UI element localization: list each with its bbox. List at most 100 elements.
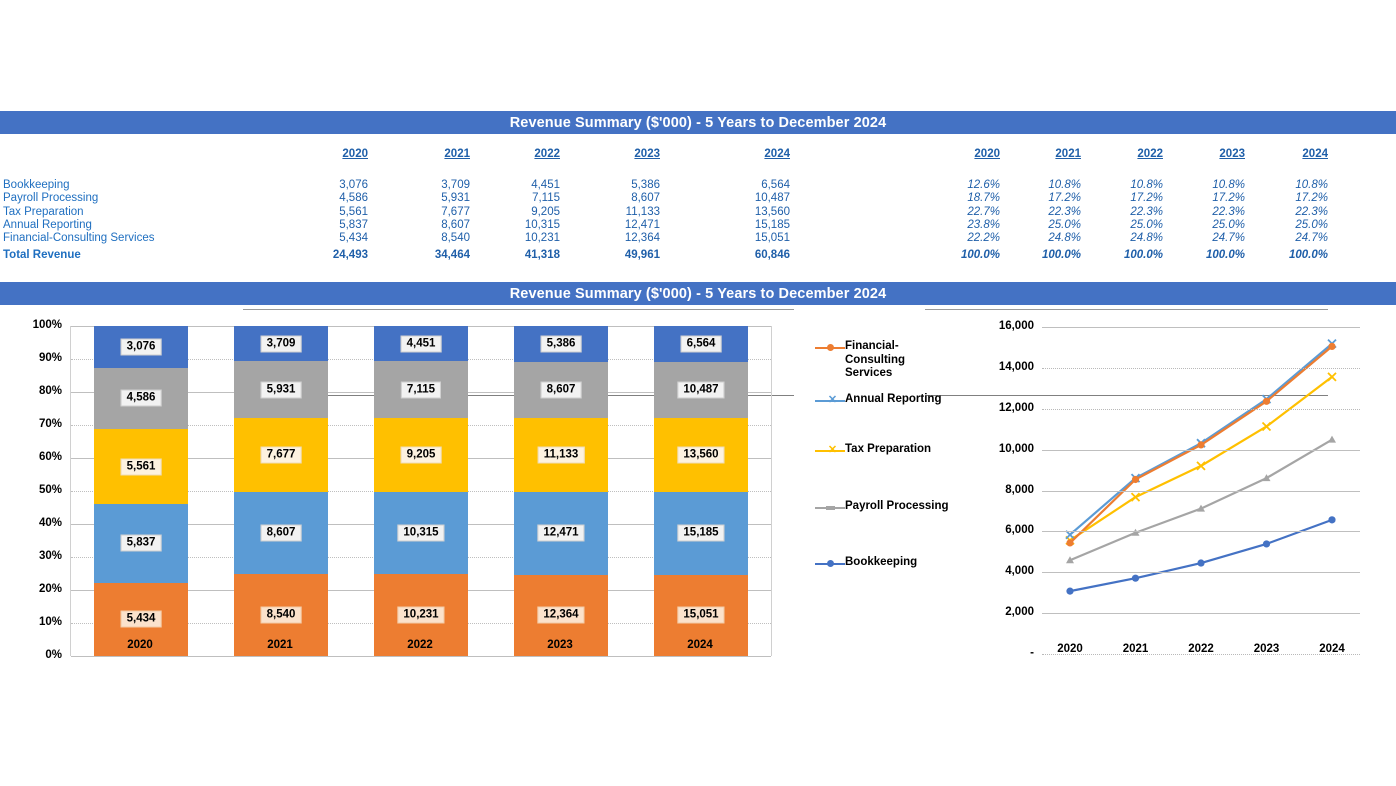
bar-2021[interactable]: 3,709 5,931 7,677 8,607 8,540 <box>234 325 328 656</box>
bar-value-label: 12,364 <box>537 606 585 624</box>
gridline <box>1042 327 1360 328</box>
y-axis-tick-40%: 40% <box>38 517 62 529</box>
data-point[interactable] <box>1261 421 1272 432</box>
table-cell: 22.3% <box>1212 205 1245 218</box>
legend-marker-icon <box>815 341 845 354</box>
gridline <box>1042 449 1360 451</box>
gridline <box>1042 531 1360 533</box>
x-axis-tick-2021: 2021 <box>1122 643 1149 655</box>
x-axis-tick-2020: 2020 <box>127 639 153 651</box>
table-cell: 22.3% <box>1048 205 1081 218</box>
data-point[interactable] <box>1131 574 1140 582</box>
data-point[interactable] <box>1131 475 1140 484</box>
bar-value-label: 9,205 <box>400 446 442 464</box>
bar-segment-tax-preparation[interactable]: 11,133 <box>514 418 608 492</box>
table-cell: 25.0% <box>1130 218 1163 231</box>
bar-2024[interactable]: 6,564 10,487 13,560 15,185 15,051 <box>654 326 748 656</box>
bar-segment-payroll-processing[interactable]: 10,487 <box>654 361 748 419</box>
bar-segment-annual-reporting[interactable]: 12,471 <box>514 492 608 575</box>
bar-segment-annual-reporting[interactable]: 10,315 <box>374 491 468 575</box>
data-point[interactable] <box>1196 461 1206 471</box>
data-point[interactable] <box>1328 342 1336 350</box>
bar-segment-annual-reporting[interactable]: 8,607 <box>234 491 328 575</box>
data-point[interactable] <box>1328 516 1336 524</box>
bar-value-label: 11,133 <box>537 446 585 464</box>
legend-label: Tax Preparation <box>845 443 932 455</box>
bar-segment-payroll-processing[interactable]: 4,586 <box>94 367 188 430</box>
bar-value-label: 7,115 <box>400 381 442 399</box>
total-cell: 100.0% <box>1041 248 1081 261</box>
data-point[interactable] <box>1327 372 1337 382</box>
bar-segment-bookkeeping[interactable]: 5,386 <box>514 326 608 362</box>
column-header-2021: 2021 <box>1055 148 1081 160</box>
legend-item-payroll-processing[interactable]: Payroll Processing <box>815 500 950 514</box>
table-cell: 10.8% <box>1295 179 1328 191</box>
legend-item-annual-reporting[interactable]: ✕ Annual Reporting <box>815 393 950 407</box>
gridline <box>1042 408 1360 410</box>
x-axis-tick-2024: 2024 <box>687 639 713 651</box>
legend-item-tax-preparation[interactable]: ✕ Tax Preparation <box>815 443 950 457</box>
legend-item-bookkeeping[interactable]: Bookkeeping <box>815 556 950 570</box>
bar-segment-tax-preparation[interactable]: 9,205 <box>374 418 468 492</box>
bar-plot-area: 3,076 4,586 5,561 5,837 5,434 3,709 5,931 7,677… <box>70 325 772 657</box>
table-cell: 23.8% <box>967 218 1000 231</box>
legend-item-financial-consulting-services[interactable]: Financial-Consulting Services <box>815 340 950 381</box>
table-cell: 10.8% <box>1212 179 1245 191</box>
data-point[interactable] <box>1262 540 1271 548</box>
legend-label: Payroll Processing <box>845 500 949 512</box>
bar-segment-annual-reporting[interactable]: 15,185 <box>654 492 748 575</box>
table-cell: 12.6% <box>967 179 1000 191</box>
legend-label: Annual Reporting <box>845 393 942 405</box>
table-cell: 17.2% <box>1048 192 1081 205</box>
data-point[interactable] <box>1328 435 1336 443</box>
bar-segment-tax-preparation[interactable]: 5,561 <box>94 429 188 505</box>
legend-marker-icon: ✕ <box>815 444 845 457</box>
table-cell: 10.8% <box>1130 179 1163 191</box>
bar-segment-payroll-processing[interactable]: 5,931 <box>234 361 328 419</box>
bar-segment-annual-reporting[interactable]: 5,837 <box>94 504 188 583</box>
bar-value-label: 13,560 <box>677 446 725 464</box>
table-cell: 22.2% <box>967 232 1000 245</box>
bar-segment-bookkeeping[interactable]: 4,451 <box>374 325 468 362</box>
gridline <box>1042 490 1360 492</box>
data-point[interactable] <box>1066 587 1074 595</box>
bar-segment-payroll-processing[interactable]: 8,607 <box>514 361 608 419</box>
bar-2023[interactable]: 5,386 8,607 11,133 12,471 12,364 <box>514 326 608 656</box>
bar-2022[interactable]: 4,451 7,115 9,205 10,315 10,231 <box>374 325 468 656</box>
data-point[interactable] <box>1066 539 1074 547</box>
table-cell: 17.2% <box>1212 192 1245 205</box>
table-cell: 24.7% <box>1295 232 1328 245</box>
y-axis-tick-4,000: 4,000 <box>1005 565 1034 578</box>
data-point[interactable] <box>1197 559 1205 567</box>
y-axis-tick-12,000: 12,000 <box>998 401 1034 414</box>
y-axis-tick-70%: 70% <box>38 418 62 430</box>
table-cell: 18.7% <box>967 192 1000 205</box>
data-point[interactable] <box>1130 492 1141 502</box>
bar-value-label: 3,076 <box>120 338 162 356</box>
x-axis-tick-2023: 2023 <box>1253 643 1280 655</box>
bar-segment-bookkeeping[interactable]: 6,564 <box>654 326 748 362</box>
total-cell: 100.0% <box>1288 248 1328 261</box>
table-cell: 25.0% <box>1212 218 1245 231</box>
bar-value-label: 5,561 <box>120 458 162 476</box>
y-axis-tick-14,000: 14,000 <box>998 360 1034 373</box>
data-point[interactable] <box>1197 441 1205 449</box>
bar-2020[interactable]: 3,076 4,586 5,561 5,837 5,434 <box>94 326 188 656</box>
x-axis-tick-2022: 2022 <box>407 639 433 651</box>
legend-marker-icon: ✕ <box>815 394 845 407</box>
table-cell: 22.3% <box>1295 205 1328 218</box>
column-header-2022: 2022 <box>1137 148 1163 160</box>
x-axis-tick-2022: 2022 <box>1188 643 1214 655</box>
bar-segment-payroll-processing[interactable]: 7,115 <box>374 361 468 419</box>
gridline <box>1042 572 1360 574</box>
data-point[interactable] <box>1262 397 1271 405</box>
bar-segment-tax-preparation[interactable]: 13,560 <box>654 418 748 492</box>
bar-segment-bookkeeping[interactable]: 3,709 <box>234 325 328 362</box>
table-cell: 17.2% <box>1130 192 1163 205</box>
bar-segment-tax-preparation[interactable]: 7,677 <box>234 418 328 492</box>
gridline <box>1042 367 1360 369</box>
bar-segment-bookkeeping[interactable]: 3,076 <box>94 326 188 368</box>
revenue-percent-table: 2020 2021 2022 2023 2024 12.6% 10.8% 10.8% 10.8… <box>0 145 1396 396</box>
bar-value-label: 8,607 <box>260 524 302 542</box>
table-cell: 25.0% <box>1048 218 1081 231</box>
